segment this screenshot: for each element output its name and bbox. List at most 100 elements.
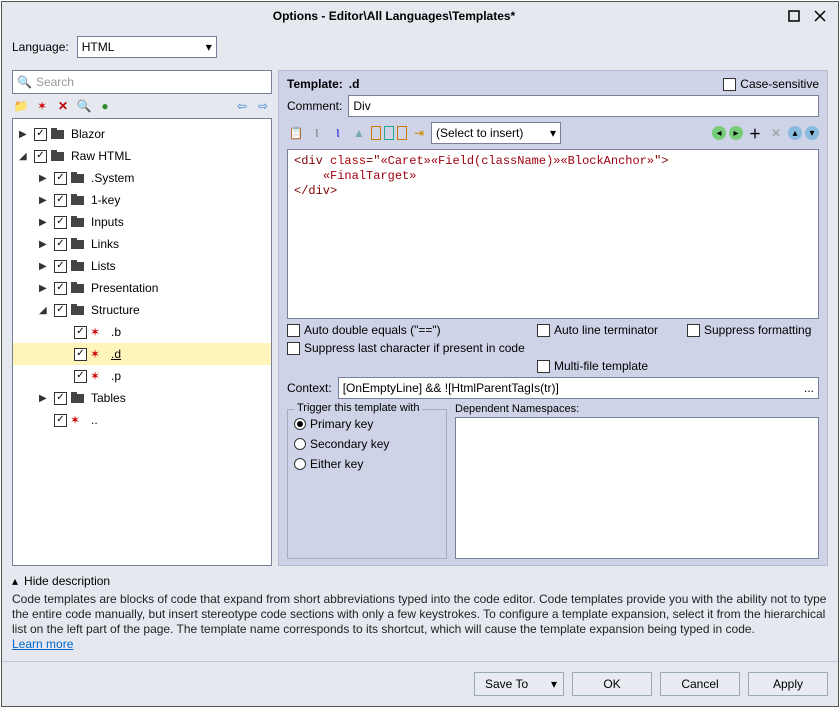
find-icon[interactable]: 🔍 xyxy=(75,97,93,115)
options-window: Options - Editor\All Languages\Templates… xyxy=(1,1,839,707)
template-header-row: Template: .d Case-sensitive xyxy=(287,77,819,91)
new-folder-icon[interactable]: 📁 xyxy=(12,97,30,115)
checkbox[interactable] xyxy=(54,238,67,251)
nav-forward-icon[interactable]: ⇨ xyxy=(254,97,272,115)
block2-icon[interactable] xyxy=(384,126,394,140)
nav-back-icon[interactable]: ⇦ xyxy=(233,97,251,115)
comment-input[interactable]: Div xyxy=(348,95,819,117)
confirm-icon[interactable]: ● xyxy=(96,97,114,115)
auto-line-checkbox[interactable]: Auto line terminator xyxy=(537,323,687,337)
tree-leaf-b[interactable]: ✶.b xyxy=(13,321,271,343)
nav-prev-icon[interactable]: ◂ xyxy=(712,126,726,140)
expand-icon[interactable]: ▶ xyxy=(39,239,51,250)
tree-node-presentation[interactable]: ▶Presentation xyxy=(13,277,271,299)
collapse-icon[interactable]: ◢ xyxy=(39,305,51,316)
cancel-button[interactable]: Cancel xyxy=(660,672,740,696)
folder-icon xyxy=(70,391,86,405)
checkbox[interactable] xyxy=(54,392,67,405)
dependent-namespaces-list[interactable] xyxy=(455,417,819,559)
deps-label: Dependent Namespaces: xyxy=(455,403,819,415)
copy-icon[interactable]: 📋 xyxy=(287,124,305,142)
expand-icon[interactable]: ▶ xyxy=(19,129,31,140)
description-toggle[interactable]: ▴ Hide description xyxy=(12,574,828,588)
folder-icon xyxy=(50,127,66,141)
tree-leaf-dots[interactable]: ✶.. xyxy=(13,409,271,431)
tree-node-blazor[interactable]: ▶Blazor xyxy=(13,123,271,145)
tree-node-inputs[interactable]: ▶Inputs xyxy=(13,211,271,233)
expand-icon[interactable]: ▶ xyxy=(39,195,51,206)
checkbox[interactable] xyxy=(54,414,67,427)
expand-icon[interactable]: ▶ xyxy=(39,173,51,184)
checkbox[interactable] xyxy=(54,282,67,295)
checkbox[interactable] xyxy=(74,348,87,361)
remove-icon[interactable]: ✕ xyxy=(767,124,785,142)
expand-icon[interactable]: ▶ xyxy=(39,283,51,294)
checkbox[interactable] xyxy=(54,216,67,229)
tree-node-tables[interactable]: ▶Tables xyxy=(13,387,271,409)
checkbox[interactable] xyxy=(54,194,67,207)
context-label: Context: xyxy=(287,381,332,395)
expand-icon[interactable]: ▶ xyxy=(39,217,51,228)
checkbox[interactable] xyxy=(54,172,67,185)
template-tree[interactable]: ▶Blazor ◢Raw HTML ▶.System ▶1-key ▶Input… xyxy=(12,118,272,566)
move-up-icon[interactable]: ▴ xyxy=(788,126,802,140)
maximize-icon[interactable] xyxy=(784,6,804,26)
expand-icon[interactable]: ▶ xyxy=(39,261,51,272)
ellipsis-button[interactable]: ... xyxy=(804,381,814,395)
expand-icon[interactable]: ▶ xyxy=(39,393,51,404)
template-editor: Template: .d Case-sensitive Comment: Div… xyxy=(278,70,828,566)
checkbox[interactable] xyxy=(54,304,67,317)
context-row: Context: [OnEmptyLine] && ![HtmlParentTa… xyxy=(287,377,819,399)
checkbox[interactable] xyxy=(74,326,87,339)
auto-double-checkbox[interactable]: Auto double equals ("==") xyxy=(287,323,537,337)
learn-more-link[interactable]: Learn more xyxy=(12,637,73,651)
ok-button[interactable]: OK xyxy=(572,672,652,696)
checkbox[interactable] xyxy=(54,260,67,273)
tree-node-lists[interactable]: ▶Lists xyxy=(13,255,271,277)
secondary-key-radio[interactable]: Secondary key xyxy=(294,434,440,454)
tree-node-system[interactable]: ▶.System xyxy=(13,167,271,189)
language-label: Language: xyxy=(12,40,69,54)
language-select[interactable]: HTML ▾ xyxy=(77,36,217,58)
new-template-icon[interactable]: ✶ xyxy=(33,97,51,115)
tree-node-structure[interactable]: ◢Structure xyxy=(13,299,271,321)
close-icon[interactable] xyxy=(810,6,830,26)
comment-row: Comment: Div xyxy=(287,95,819,117)
primary-key-radio[interactable]: Primary key xyxy=(294,414,440,434)
suppress-last-checkbox[interactable]: Suppress last character if present in co… xyxy=(287,341,687,355)
move-down-icon[interactable]: ▾ xyxy=(805,126,819,140)
search-input[interactable]: 🔍 Search xyxy=(12,70,272,94)
delete-icon[interactable]: ✕ xyxy=(54,97,72,115)
collapse-icon[interactable]: ◢ xyxy=(19,151,31,162)
add-icon[interactable]: ＋ xyxy=(746,124,764,142)
template-icon: ✶ xyxy=(70,413,86,427)
tree-leaf-p[interactable]: ✶.p xyxy=(13,365,271,387)
cursor2-icon[interactable]: Ⲓ xyxy=(329,124,347,142)
checkbox[interactable] xyxy=(74,370,87,383)
either-key-radio[interactable]: Either key xyxy=(294,454,440,474)
block1-icon[interactable] xyxy=(371,126,381,140)
multi-file-checkbox[interactable]: Multi-file template xyxy=(537,359,817,373)
insert-select[interactable]: (Select to insert)▾ xyxy=(431,122,561,144)
case-sensitive-checkbox[interactable]: Case-sensitive xyxy=(723,77,819,91)
apply-button[interactable]: Apply xyxy=(748,672,828,696)
suppress-formatting-checkbox[interactable]: Suppress formatting xyxy=(687,323,817,337)
save-to-button[interactable]: Save To▾ xyxy=(474,672,564,696)
block3-icon[interactable] xyxy=(397,126,407,140)
chevron-up-icon: ▴ xyxy=(12,574,18,588)
context-input[interactable]: [OnEmptyLine] && ![HtmlParentTagIs(tr)] … xyxy=(338,377,819,399)
checkbox[interactable] xyxy=(34,150,47,163)
code-editor[interactable]: <div class="«Caret»«Field(className)»«Bl… xyxy=(287,149,819,319)
tree-node-links[interactable]: ▶Links xyxy=(13,233,271,255)
triangle-icon[interactable]: ▲ xyxy=(350,124,368,142)
checkbox[interactable] xyxy=(34,128,47,141)
language-value: HTML xyxy=(82,40,115,54)
nav-next-icon[interactable]: ▸ xyxy=(729,126,743,140)
chevron-down-icon: ▾ xyxy=(206,40,212,54)
caret-icon[interactable]: ⇥ xyxy=(410,124,428,142)
tree-leaf-d[interactable]: ✶.d xyxy=(13,343,271,365)
tree-node-raw-html[interactable]: ◢Raw HTML xyxy=(13,145,271,167)
trigger-group: Trigger this template with Primary key S… xyxy=(287,409,447,559)
tree-node-1key[interactable]: ▶1-key xyxy=(13,189,271,211)
cursor-icon[interactable]: Ⲓ xyxy=(308,124,326,142)
